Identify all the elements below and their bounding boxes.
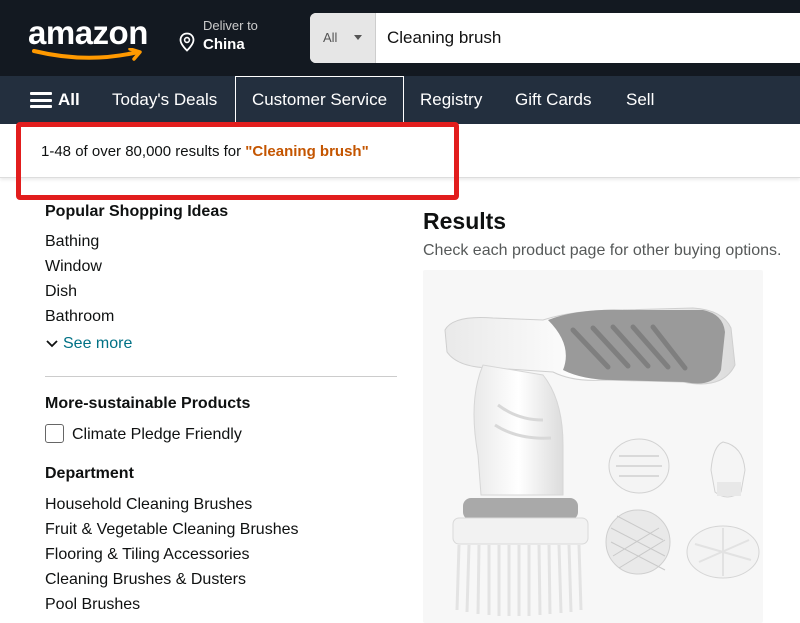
search-bar: All: [310, 13, 800, 63]
logo-text: amazon: [28, 14, 148, 51]
department-item-pool[interactable]: Pool Brushes: [45, 596, 140, 614]
chevron-down-icon: [46, 340, 58, 348]
nav-bar: All Today's Deals Customer Service Regis…: [0, 76, 800, 124]
nav-sell[interactable]: Sell: [626, 76, 654, 124]
amazon-logo[interactable]: amazon: [28, 14, 154, 62]
department-item-flooring[interactable]: Flooring & Tiling Accessories: [45, 546, 250, 564]
hamburger-icon: [30, 92, 52, 108]
search-department-label: All: [323, 30, 338, 45]
caret-down-icon: [354, 35, 362, 40]
results-subtitle: Check each product page for other buying…: [423, 242, 782, 259]
popular-item-dish[interactable]: Dish: [45, 283, 77, 301]
highlight-box: [16, 122, 459, 200]
deliver-label: Deliver to: [203, 18, 258, 33]
top-header: amazon Deliver to China All: [0, 0, 800, 76]
see-more-link[interactable]: See more: [45, 335, 132, 353]
popular-item-window[interactable]: Window: [45, 258, 102, 276]
nav-customer-service[interactable]: Customer Service: [235, 76, 404, 123]
sidebar-divider: [45, 376, 397, 377]
deliver-location: China: [203, 36, 245, 53]
checkbox-icon[interactable]: [45, 424, 64, 443]
logo-smile-icon: [32, 48, 142, 61]
location-pin-icon: [179, 32, 195, 52]
search-department-select[interactable]: All: [310, 13, 376, 63]
department-item-fruit-vegetable[interactable]: Fruit & Vegetable Cleaning Brushes: [45, 521, 298, 539]
climate-pledge-label: Climate Pledge Friendly: [72, 426, 242, 443]
nav-all-label: All: [58, 90, 80, 109]
popular-item-bathing[interactable]: Bathing: [45, 233, 99, 251]
nav-registry[interactable]: Registry: [420, 76, 482, 124]
sustainable-heading: More-sustainable Products: [45, 395, 251, 412]
product-image[interactable]: [423, 270, 763, 623]
nav-todays-deals[interactable]: Today's Deals: [112, 76, 217, 124]
see-more-label: See more: [63, 335, 133, 352]
popular-item-bathroom[interactable]: Bathroom: [45, 308, 114, 326]
department-item-household[interactable]: Household Cleaning Brushes: [45, 496, 252, 514]
department-item-brushes-dusters[interactable]: Cleaning Brushes & Dusters: [45, 571, 246, 589]
nav-gift-cards[interactable]: Gift Cards: [515, 76, 592, 124]
results-title: Results: [423, 208, 507, 234]
department-heading: Department: [45, 465, 134, 482]
deliver-to[interactable]: Deliver to China: [178, 16, 288, 60]
product-brush-image: [444, 307, 760, 616]
popular-ideas-heading: Popular Shopping Ideas: [45, 203, 229, 220]
search-input[interactable]: [376, 13, 800, 63]
